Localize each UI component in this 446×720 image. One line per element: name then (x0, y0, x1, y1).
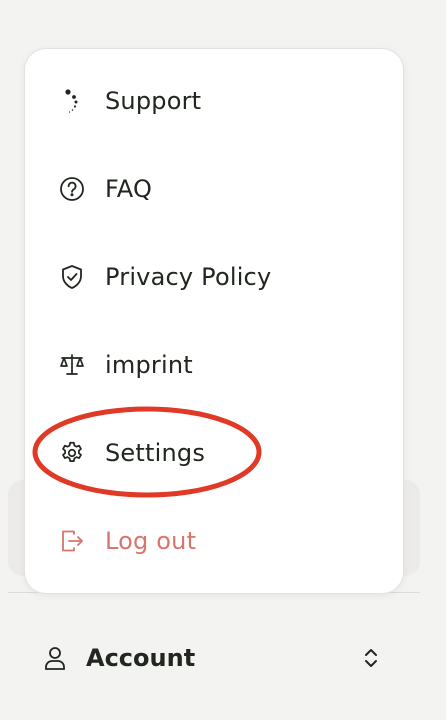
menu-item-settings[interactable]: Settings (25, 423, 403, 483)
shield-check-icon (59, 264, 85, 290)
menu-item-label: FAQ (105, 175, 153, 203)
menu-item-support[interactable]: Support (25, 71, 403, 131)
user-icon (42, 645, 68, 671)
menu-item-log-out[interactable]: Log out (25, 511, 403, 571)
menu-item-label: Settings (105, 439, 206, 467)
menu-item-label: Privacy Policy (105, 263, 272, 291)
chevron-up-down-icon (360, 645, 382, 671)
menu-item-label: Support (105, 87, 202, 115)
gear-icon (59, 440, 85, 466)
question-circle-icon (59, 176, 85, 202)
support-icon (59, 88, 85, 114)
account-menu: Support FAQ Privacy Policy imprint Setti… (24, 48, 404, 594)
scales-icon (59, 352, 85, 378)
menu-item-label: Log out (105, 527, 197, 555)
menu-item-imprint[interactable]: imprint (25, 335, 403, 395)
account-label: Account (86, 644, 196, 672)
menu-item-label: imprint (105, 351, 193, 379)
menu-item-faq[interactable]: FAQ (25, 159, 403, 219)
account-switcher[interactable]: Account (30, 630, 400, 686)
menu-item-privacy-policy[interactable]: Privacy Policy (25, 247, 403, 307)
logout-icon (59, 528, 85, 554)
